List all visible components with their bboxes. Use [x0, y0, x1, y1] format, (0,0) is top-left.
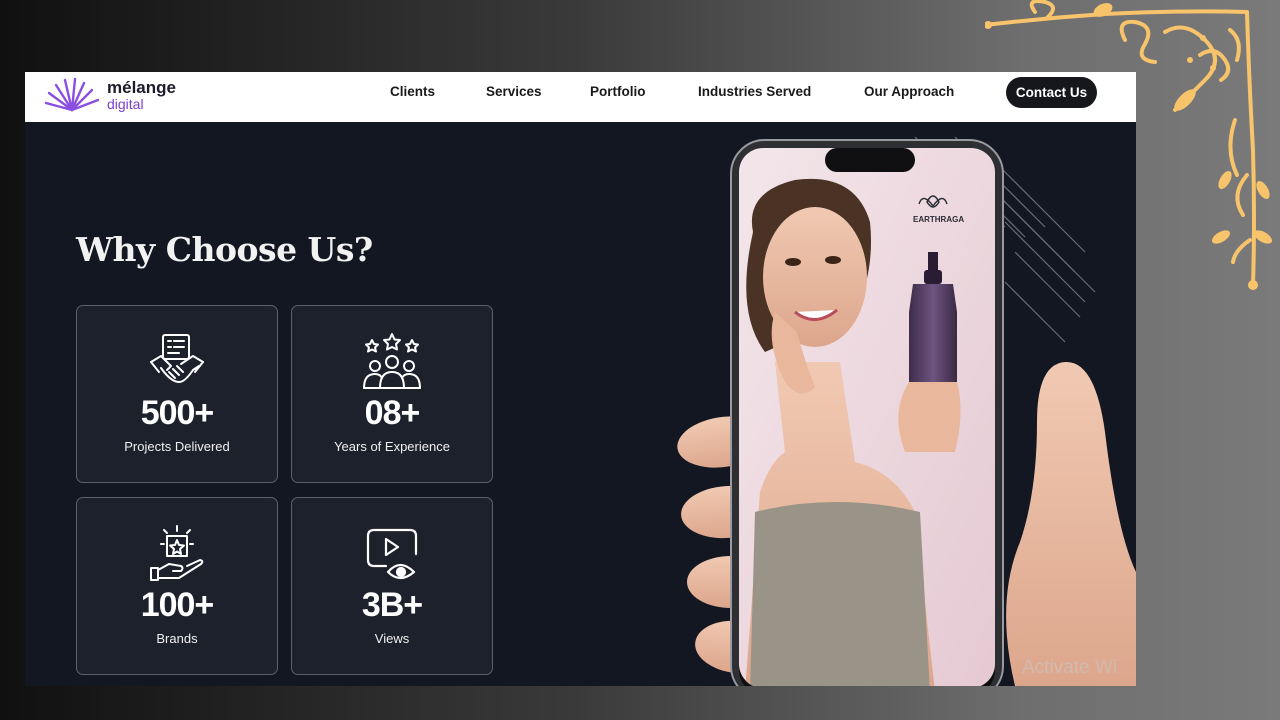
stat-label: Views: [374, 631, 410, 646]
contact-us-button[interactable]: Contact Us: [1006, 77, 1097, 108]
stat-card-brands: 100+ Brands: [76, 497, 278, 675]
brand-logo[interactable]: mélange digital: [43, 77, 176, 113]
sunburst-logo-icon: [44, 77, 100, 112]
hand-star-box-icon: [150, 525, 204, 581]
stat-value: 3B+: [361, 586, 423, 624]
stat-label: Years of Experience: [334, 439, 450, 454]
product-brand-text: EARTHRAGA: [913, 215, 964, 224]
brand-subname: digital: [107, 96, 144, 112]
stat-value: 100+: [140, 586, 215, 624]
stat-card-views: 3B+ Views: [291, 497, 493, 675]
stat-value: 08+: [364, 394, 421, 432]
top-navbar: mélange digital Clients Services Portfol…: [25, 72, 1136, 122]
thumb: [1006, 361, 1136, 686]
stat-card-projects: 500+ Projects Delivered: [76, 305, 278, 483]
nav-our-approach[interactable]: Our Approach: [864, 84, 954, 99]
website-viewport: mélange digital Clients Services Portfol…: [25, 72, 1136, 686]
activate-windows-watermark: Activate Wi: [1022, 657, 1118, 678]
stat-label: Brands: [156, 631, 198, 646]
video-eye-icon: [366, 528, 418, 580]
nav-services[interactable]: Services: [486, 84, 542, 99]
stat-card-experience: 08+ Years of Experience: [291, 305, 493, 483]
phone-notch: [825, 148, 915, 172]
nav-clients[interactable]: Clients: [390, 84, 435, 99]
handshake-contract-icon: [150, 334, 204, 383]
nav-portfolio[interactable]: Portfolio: [590, 84, 646, 99]
section-title: Why Choose Us?: [76, 230, 373, 269]
nav-industries-served[interactable]: Industries Served: [698, 84, 811, 99]
phone-in-hand-illustration: EARTHRAGA: [677, 136, 1136, 686]
stat-label: Projects Delivered: [124, 439, 230, 454]
stat-value: 500+: [140, 394, 215, 432]
team-stars-icon: [363, 333, 421, 389]
brand-name: mélange: [107, 78, 176, 97]
